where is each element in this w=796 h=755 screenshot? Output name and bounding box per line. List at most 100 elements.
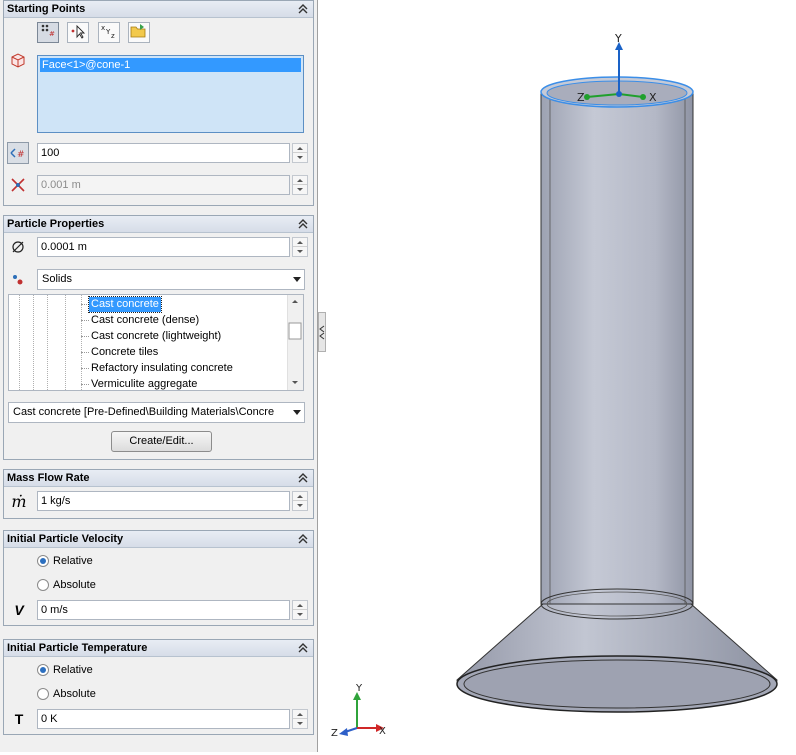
spin-down-icon[interactable] [293,185,307,194]
spin-up-icon[interactable] [293,601,307,610]
temperature-absolute-radio[interactable] [37,688,49,700]
materials-tree[interactable]: Cast concrete Cast concrete (dense) Cast c… [8,294,304,391]
spin-up-icon[interactable] [293,492,307,501]
selected-material-select[interactable]: Cast concrete [Pre-Defined\Building Mate… [8,402,305,423]
material-type-select[interactable]: Solids [37,269,305,290]
material-tree-item[interactable]: Cast concrete (lightweight) [89,329,223,344]
mass-flow-rate-group: Mass Flow Rate ṁ 1 kg/s [3,469,314,519]
xyz-coordinates-icon: x Y z [101,24,115,40]
temperature-spinner[interactable] [292,709,308,729]
svg-text:z: z [111,32,115,39]
temperature-symbol: T [14,711,24,727]
xyz-coordinates-tool-button[interactable]: x Y z [98,22,120,43]
velocity-absolute-label[interactable]: Absolute [53,578,96,592]
selected-material-value: Cast concrete [Pre-Defined\Building Mate… [13,406,275,418]
velocity-relative-label[interactable]: Relative [53,554,93,568]
material-tree-item[interactable]: Vermiculite aggregate [89,377,199,390]
velocity-relative-radio[interactable] [37,555,49,567]
spin-up-icon[interactable] [293,238,307,247]
number-of-points-field[interactable]: 100 [37,143,290,163]
ref-z-label: Z [331,728,338,739]
tree-connector [81,352,89,353]
triad-x-label: X [649,91,657,104]
velocity-field[interactable]: 0 m/s [37,600,290,620]
list-item[interactable]: Face<1>@cone-1 [40,58,301,72]
mass-flow-rate-field[interactable]: 1 kg/s [37,491,290,511]
svg-text:#: # [17,150,25,160]
material-tree-item[interactable]: Refactory insulating concrete [89,361,235,376]
particle-properties-title: Particle Properties [7,218,105,230]
spin-down-icon[interactable] [293,501,307,510]
initial-temperature-header[interactable]: Initial Particle Temperature [4,640,313,657]
initial-velocity-group: Initial Particle Velocity Relative Absol… [3,530,314,626]
scrollbar-arrows-icon [288,300,302,384]
ref-y-label: Y [355,683,363,694]
offset-field[interactable]: 0.001 m [37,175,290,195]
spin-up-icon[interactable] [293,176,307,185]
offset-icon [7,174,29,196]
diameter-icon [7,236,29,258]
spin-up-icon[interactable] [293,710,307,719]
starting-points-header[interactable]: Starting Points [4,1,313,18]
collapse-icon[interactable] [298,533,308,545]
particle-properties-header[interactable]: Particle Properties [4,216,313,233]
number-of-points-spinner[interactable] [292,143,308,163]
material-type-value: Solids [42,273,72,285]
spin-up-icon[interactable] [293,144,307,153]
velocity-absolute-radio[interactable] [37,579,49,591]
mass-flow-symbol: ṁ [11,491,27,511]
tree-connector [81,304,89,305]
collapse-icon[interactable] [298,3,308,15]
velocity-spinner[interactable] [292,600,308,620]
temperature-absolute-label[interactable]: Absolute [53,687,96,701]
temperature-relative-radio[interactable] [37,664,49,676]
spin-down-icon[interactable] [293,719,307,728]
starting-points-tool-button[interactable]: # [37,22,59,43]
cone-model-view[interactable]: Y X Z Y X Z [319,0,796,752]
diameter-spinner[interactable] [292,237,308,257]
initial-temperature-title: Initial Particle Temperature [7,642,148,654]
selected-faces-list[interactable]: Face<1>@cone-1 [37,55,304,133]
spin-down-icon[interactable] [293,247,307,256]
spin-down-icon[interactable] [293,153,307,162]
svg-text:x: x [101,24,105,32]
material-tree-item[interactable]: Cast concrete [88,296,162,313]
tree-connector [81,368,89,369]
tree-connector [81,384,89,385]
mass-flow-rate-header[interactable]: Mass Flow Rate [4,470,313,487]
temperature-relative-label[interactable]: Relative [53,663,93,677]
mass-flow-rate-spinner[interactable] [292,491,308,511]
offset-spinner[interactable] [292,175,308,195]
velocity-symbol: V [14,602,24,618]
collapse-icon[interactable] [298,218,308,230]
face-selection-icon [7,49,29,71]
initial-temperature-group: Initial Particle Temperature Relative Ab… [3,639,314,735]
initial-velocity-header[interactable]: Initial Particle Velocity [4,531,313,548]
open-folder-icon [130,24,146,38]
ref-x-label: X [379,726,386,737]
graphics-viewport[interactable]: Y X Z Y X Z [319,0,796,752]
starting-points-group: Starting Points # x Y z Face<1>@cone-1 #… [3,0,314,206]
chevron-down-icon [293,410,301,415]
pick-point-tool-button[interactable] [67,22,89,43]
material-tree-item[interactable]: Cast concrete (dense) [89,313,201,328]
temperature-field[interactable]: 0 K [37,709,290,729]
pick-point-icon [71,24,86,39]
open-folder-tool-button[interactable] [128,22,150,43]
collapse-icon[interactable] [298,472,308,484]
number-of-points-icon: # [7,142,29,164]
tree-connector [81,336,89,337]
cone-model[interactable] [456,76,778,713]
create-edit-button[interactable]: Create/Edit... [111,431,212,452]
starting-points-title: Starting Points [7,3,86,15]
material-tree-item[interactable]: Concrete tiles [89,345,160,360]
reference-triad: Y X Z [331,683,386,739]
initial-velocity-title: Initial Particle Velocity [7,533,124,545]
collapse-icon[interactable] [298,642,308,654]
particle-properties-group: Particle Properties 0.0001 m Solids Cast… [3,215,314,460]
grid-points-icon: # [41,24,55,38]
tree-scrollbar[interactable] [287,295,303,390]
spin-down-icon[interactable] [293,610,307,619]
diameter-field[interactable]: 0.0001 m [37,237,290,257]
chevron-down-icon [293,277,301,282]
